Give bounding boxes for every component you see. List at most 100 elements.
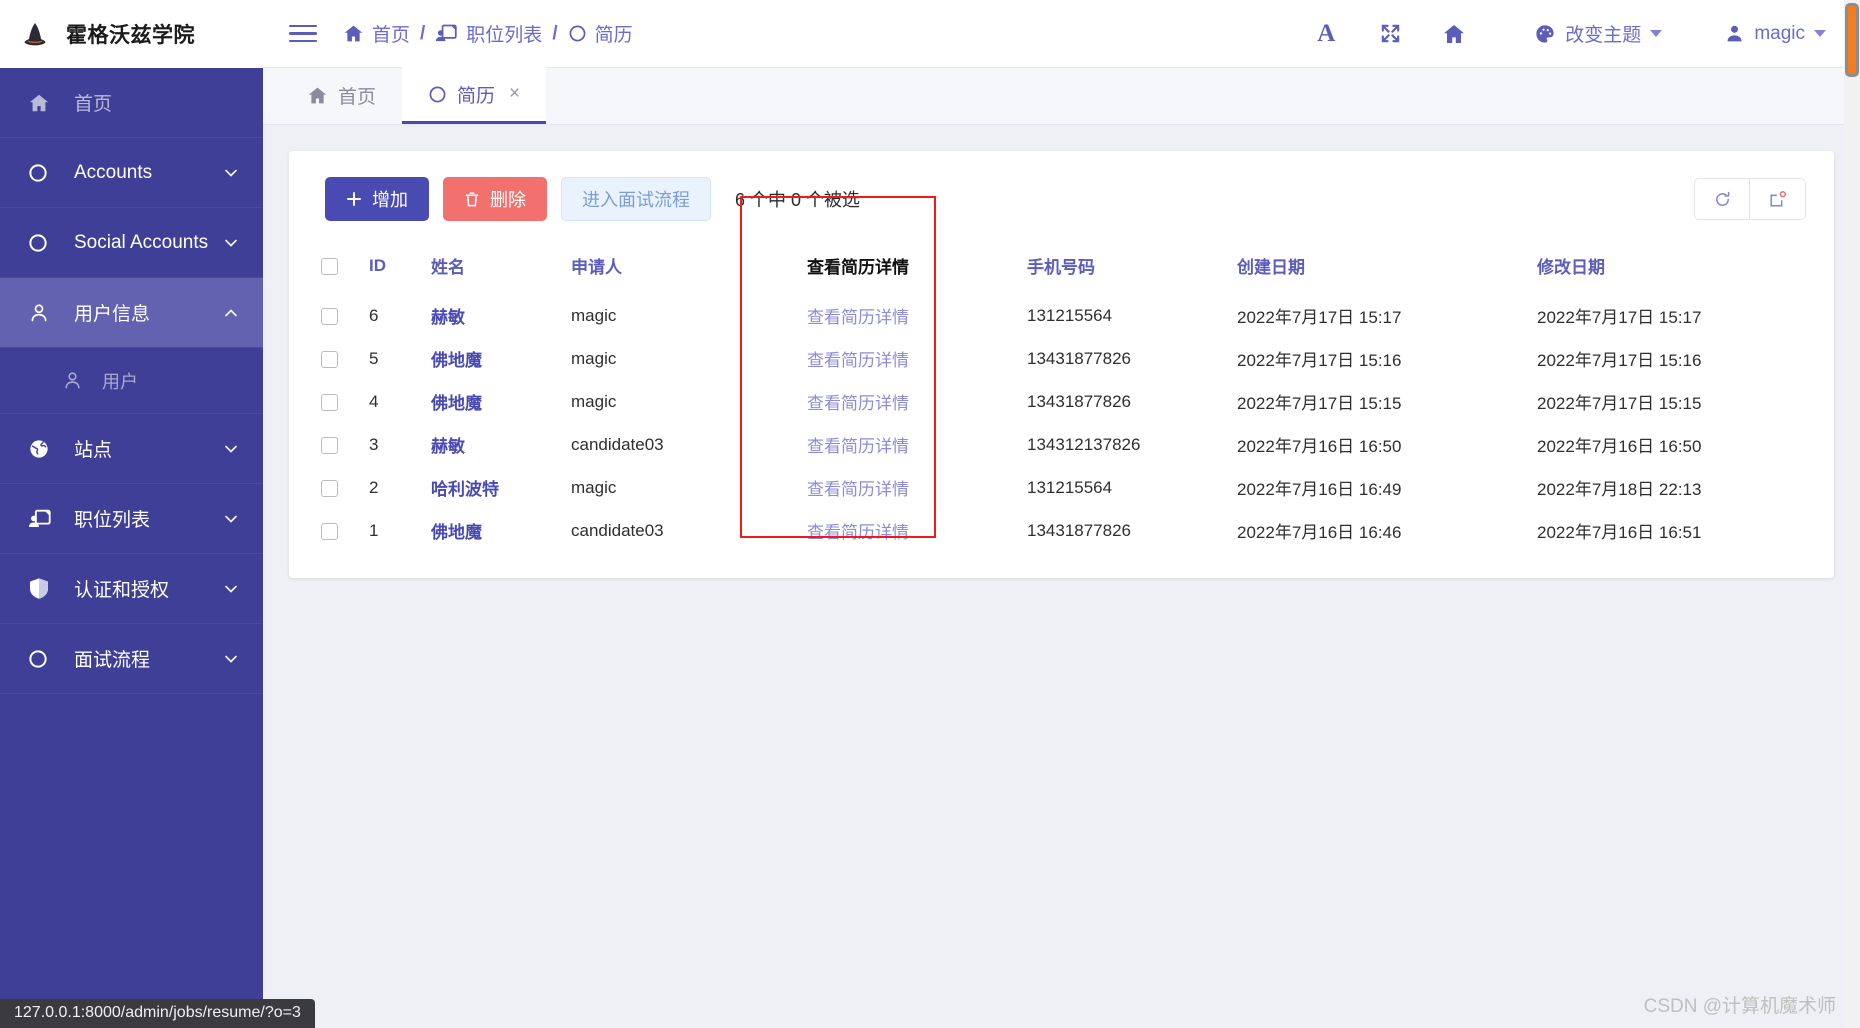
home-icon [307,85,328,106]
brand-title: 霍格沃兹学院 [66,24,195,47]
job-board-icon [28,508,58,530]
theme-switcher[interactable]: 改变主题 [1520,20,1676,47]
add-button[interactable]: 增加 [325,177,429,221]
row-checkbox[interactable] [321,307,338,325]
cell-phone: 131215564 [1027,477,1113,497]
breadcrumb-label-job-list: 职位列表 [466,25,543,46]
cell-created: 2022年7月16日 16:49 [1237,480,1402,499]
row-select-cell [313,337,361,380]
export-icon[interactable] [1750,178,1806,220]
home-icon [343,23,364,44]
col-header-modified[interactable]: 修改日期 [1529,239,1829,294]
cell-resume-detail[interactable]: 查看简历详情 [799,509,1019,552]
home-icon[interactable] [1422,10,1486,58]
resume-detail-link[interactable]: 查看简历详情 [807,480,909,499]
page-scrollbar[interactable] [1844,0,1860,1028]
table-row[interactable]: 2 哈利波特 magic 查看简历详情 131215564 2022年7月16日… [313,466,1829,509]
table-row[interactable]: 6 赫敏 magic 查看简历详情 131215564 2022年7月17日 1… [313,294,1829,337]
sidebar-item-social-accounts[interactable]: Social Accounts [0,208,263,278]
row-checkbox[interactable] [321,522,338,540]
cell-resume-detail[interactable]: 查看简历详情 [799,294,1019,337]
sidebar-item-auth[interactable]: 认证和授权 [0,554,263,624]
cell-id: 3 [369,434,379,454]
status-bar-url: 127.0.0.1:8000/admin/jobs/resume/?o=3 [0,999,315,1028]
font-size-icon[interactable]: A [1294,10,1358,58]
table-row[interactable]: 5 佛地魔 magic 查看简历详情 13431877826 2022年7月17… [313,337,1829,380]
resume-detail-link[interactable]: 查看简历详情 [807,351,909,370]
sidebar-label-users: 用户 [102,371,138,392]
chevron-down-icon [1814,30,1826,37]
cell-resume-detail[interactable]: 查看简历详情 [799,423,1019,466]
chevron-down-icon [223,511,241,527]
row-checkbox[interactable] [321,436,338,454]
cell-resume-detail[interactable]: 查看简历详情 [799,466,1019,509]
sidebar-label-auth: 认证和授权 [74,580,170,601]
user-menu[interactable]: magic [1710,23,1840,45]
user-menu-label: magic [1754,22,1805,44]
cell-phone: 13431877826 [1027,391,1132,411]
col-header-id[interactable]: ID [361,239,423,294]
cell-created: 2022年7月16日 16:46 [1237,523,1402,542]
circle-icon [568,24,587,43]
tab-resume[interactable]: 简历 × [402,67,547,124]
breadcrumb-item-home[interactable]: 首页 [343,20,410,47]
row-checkbox[interactable] [321,350,338,368]
sidebar-item-sites[interactable]: 站点 [0,414,263,484]
resume-detail-link[interactable]: 查看简历详情 [807,394,909,413]
row-select-cell [313,380,361,423]
select-all-checkbox[interactable] [321,257,338,275]
cell-name: 佛地魔 [431,394,482,413]
breadcrumb-separator: / [552,22,558,44]
chevron-up-icon [223,305,241,321]
table-toolbar: 增加 删除 进入面试流程 6 个中 0 个被选 [313,173,1810,221]
tab-label-resume: 简历 [457,85,496,107]
row-checkbox[interactable] [321,393,338,411]
col-header-applicant[interactable]: 申请人 [563,239,799,294]
palette-icon [1534,23,1556,45]
cell-name: 赫敏 [431,437,465,456]
cell-applicant: magic [571,305,617,325]
refresh-icon[interactable] [1694,178,1750,220]
cell-name: 佛地魔 [431,351,482,370]
table-row[interactable]: 1 佛地魔 candidate03 查看简历详情 13431877826 202… [313,509,1829,552]
sidebar-item-accounts[interactable]: Accounts [0,138,263,208]
chevron-down-icon [223,651,241,667]
sidebar-item-job-list[interactable]: 职位列表 [0,484,263,554]
enter-interview-process-button[interactable]: 进入面试流程 [561,177,711,221]
breadcrumb-item-resume[interactable]: 简历 [568,20,633,47]
table-row[interactable]: 3 赫敏 candidate03 查看简历详情 134312137826 202… [313,423,1829,466]
col-header-phone[interactable]: 手机号码 [1019,239,1229,294]
table-body: 6 赫敏 magic 查看简历详情 131215564 2022年7月17日 1… [313,294,1829,552]
hamburger-icon[interactable] [289,20,317,48]
cell-name: 哈利波特 [431,480,499,499]
tab-home[interactable]: 首页 [281,67,402,124]
sidebar-label-home: 首页 [74,94,113,115]
close-icon[interactable]: × [509,83,520,105]
fullscreen-icon[interactable] [1358,10,1422,58]
col-header-resume-detail[interactable]: 查看简历详情 [799,239,1019,294]
sidebar-item-home[interactable]: 首页 [0,68,263,138]
user-icon [28,302,58,324]
delete-button[interactable]: 删除 [443,177,547,221]
row-checkbox[interactable] [321,479,338,497]
cell-resume-detail[interactable]: 查看简历详情 [799,380,1019,423]
resume-detail-link[interactable]: 查看简历详情 [807,308,909,327]
theme-switcher-label: 改变主题 [1565,25,1642,46]
cell-applicant: candidate03 [571,434,664,454]
scrollbar-thumb[interactable] [1845,3,1859,77]
table-row[interactable]: 4 佛地魔 magic 查看简历详情 13431877826 2022年7月17… [313,380,1829,423]
cell-id: 4 [369,391,379,411]
sidebar-item-user-info[interactable]: 用户信息 [0,278,263,348]
cell-resume-detail[interactable]: 查看简历详情 [799,337,1019,380]
sidebar-label-social-accounts: Social Accounts [74,231,209,253]
sidebar-subitem-users[interactable]: 用户 [0,348,263,414]
cell-name: 赫敏 [431,308,465,327]
sidebar-label-user-info: 用户信息 [74,304,151,325]
resume-detail-link[interactable]: 查看简历详情 [807,523,909,542]
col-header-created[interactable]: 创建日期 [1229,239,1529,294]
col-header-name[interactable]: 姓名 [423,239,563,294]
resume-detail-link[interactable]: 查看简历详情 [807,437,909,456]
breadcrumb-item-job-list[interactable]: 职位列表 [435,20,542,47]
circle-icon [28,649,58,669]
sidebar-item-interview-process[interactable]: 面试流程 [0,624,263,694]
